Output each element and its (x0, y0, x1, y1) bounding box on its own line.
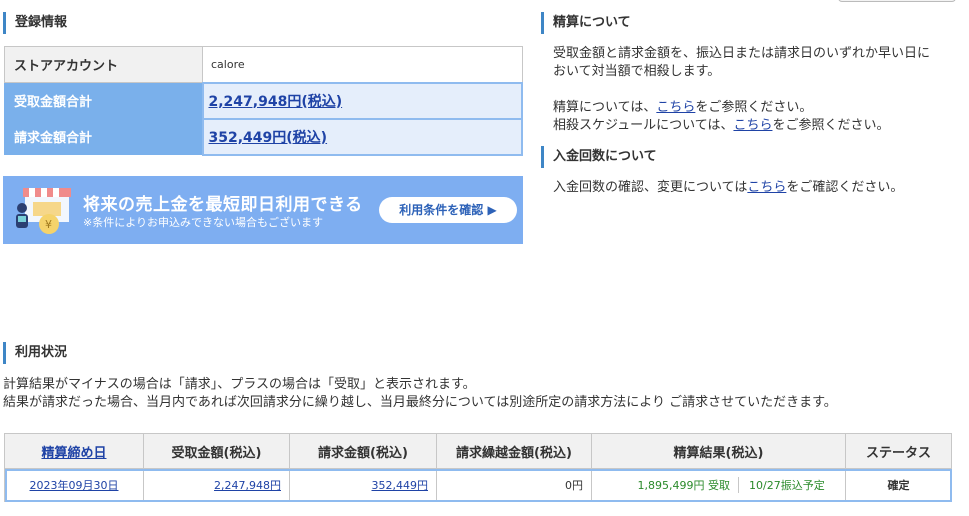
billed-total-cell: 352,449円(税込) (201, 117, 523, 156)
received-amount-link[interactable]: 2,247,948円 (214, 479, 281, 492)
store-account-value: calore (202, 46, 523, 83)
registration-heading: 登録情報 (3, 12, 67, 34)
col-closing-date: 精算締め日 (4, 433, 144, 469)
billed-cell: 352,449円 (289, 468, 437, 502)
banner-headline: 将来の売上金を最短即日利用できる (83, 195, 363, 215)
deposit-heading: 入金回数について (541, 146, 657, 168)
deposit-text: 入金回数の確認、変更についてはこちらをご確認ください。 (553, 179, 953, 197)
settlement-text-line1: 受取金額と請求金額を、振込日または請求日のいずれか早い日に (553, 46, 931, 61)
settlement-heading: 精算について (541, 12, 631, 34)
col-status: ステータス (845, 433, 952, 469)
svg-text:¥: ¥ (45, 218, 52, 231)
usage-table: 精算締め日 受取金額(税込) 請求金額(税込) 請求繰越金額(税込) 精算結果(… (4, 433, 952, 502)
received-total-link[interactable]: 2,247,948円(税込) (209, 94, 343, 110)
usage-header-row: 精算締め日 受取金額(税込) 請求金額(税込) 請求繰越金額(税込) 精算結果(… (4, 433, 952, 469)
billed-total-label: 請求金額合計 (4, 118, 203, 155)
financing-banner[interactable]: ¥ 将来の売上金を最短即日利用できる ※条件によりお申込みできない場合もございま… (3, 176, 523, 244)
settlement-link-post: をご参照ください。 (695, 100, 813, 115)
sort-closing-date-link[interactable]: 精算締め日 (41, 446, 106, 461)
table-row: 2023年09月30日 2,247,948円 352,449円 0円 1,895… (4, 468, 952, 502)
billed-amount-link[interactable]: 352,449円 (372, 479, 429, 492)
table-row: 受取金額合計 2,247,948円(税込) (4, 81, 523, 120)
usage-note-1: 計算結果がマイナスの場合は「請求」、プラスの場合は「受取」と表示されます。 (3, 377, 476, 392)
settlement-links: 精算については、こちらをご参照ください。 相殺スケジュールについては、こちらをご… (553, 99, 953, 135)
col-billed: 請求金額(税込) (289, 433, 437, 469)
settlement-text-line2: おいて対当額で相殺します。 (553, 64, 721, 79)
deposit-text-pre: 入金回数の確認、変更については (553, 180, 748, 195)
col-result: 精算結果(税込) (591, 433, 846, 469)
col-received: 受取金額(税込) (143, 433, 290, 469)
result-amount: 1,895,499円 受取 (637, 479, 730, 492)
deposit-reference-link[interactable]: こちら (747, 180, 786, 195)
carryover-cell: 0円 (436, 468, 592, 502)
table-row: ストアアカウント calore (4, 46, 523, 83)
usage-note-2: 結果が請求だった場合、当月内であれば次回請求分に繰り越し、当月最終分については別… (3, 395, 837, 410)
closing-date-cell: 2023年09月30日 (4, 468, 144, 502)
usage-notes: 計算結果がマイナスの場合は「請求」、プラスの場合は「受取」と表示されます。 結果… (3, 376, 963, 412)
col-carryover: 請求繰越金額(税込) (436, 433, 592, 469)
check-conditions-button[interactable]: 利用条件を確認 ▶ (379, 197, 517, 223)
result-cell: 1,895,499円 受取 10/27振込予定 (591, 468, 846, 502)
registration-table: ストアアカウント calore 受取金額合計 2,247,948円(税込) 請求… (4, 46, 523, 156)
status-cell: 確定 (845, 468, 952, 502)
schedule-link-pre: 相殺スケジュールについては、 (553, 118, 734, 133)
usage-heading: 利用状況 (3, 342, 67, 364)
closing-date-link[interactable]: 2023年09月30日 (30, 479, 119, 492)
schedule-link-line: 相殺スケジュールについては、こちらをご参照ください。 (553, 117, 953, 135)
store-account-label: ストアアカウント (4, 46, 203, 83)
banner-subtext: ※条件によりお申込みできない場合もございます (83, 216, 323, 229)
settlement-reference-link[interactable]: こちら (656, 100, 695, 115)
settlement-link-pre: 精算については、 (553, 100, 657, 115)
table-row: 請求金額合計 352,449円(税込) (4, 117, 523, 156)
top-tab (838, 0, 956, 2)
received-total-cell: 2,247,948円(税込) (201, 81, 523, 120)
billed-total-link[interactable]: 352,449円(税込) (209, 130, 328, 146)
settlement-link-line: 精算については、こちらをご参照ください。 (553, 99, 953, 117)
received-cell: 2,247,948円 (143, 468, 290, 502)
received-total-label: 受取金額合計 (4, 82, 203, 119)
shop-illustration-icon: ¥ (16, 188, 71, 234)
settlement-text: 受取金額と請求金額を、振込日または請求日のいずれか早い日に おいて対当額で相殺し… (553, 45, 953, 81)
schedule-link-post: をご参照ください。 (772, 118, 890, 133)
transfer-schedule: 10/27振込予定 (738, 477, 825, 493)
schedule-reference-link[interactable]: こちら (733, 118, 772, 133)
deposit-text-post: をご確認ください。 (786, 180, 904, 195)
